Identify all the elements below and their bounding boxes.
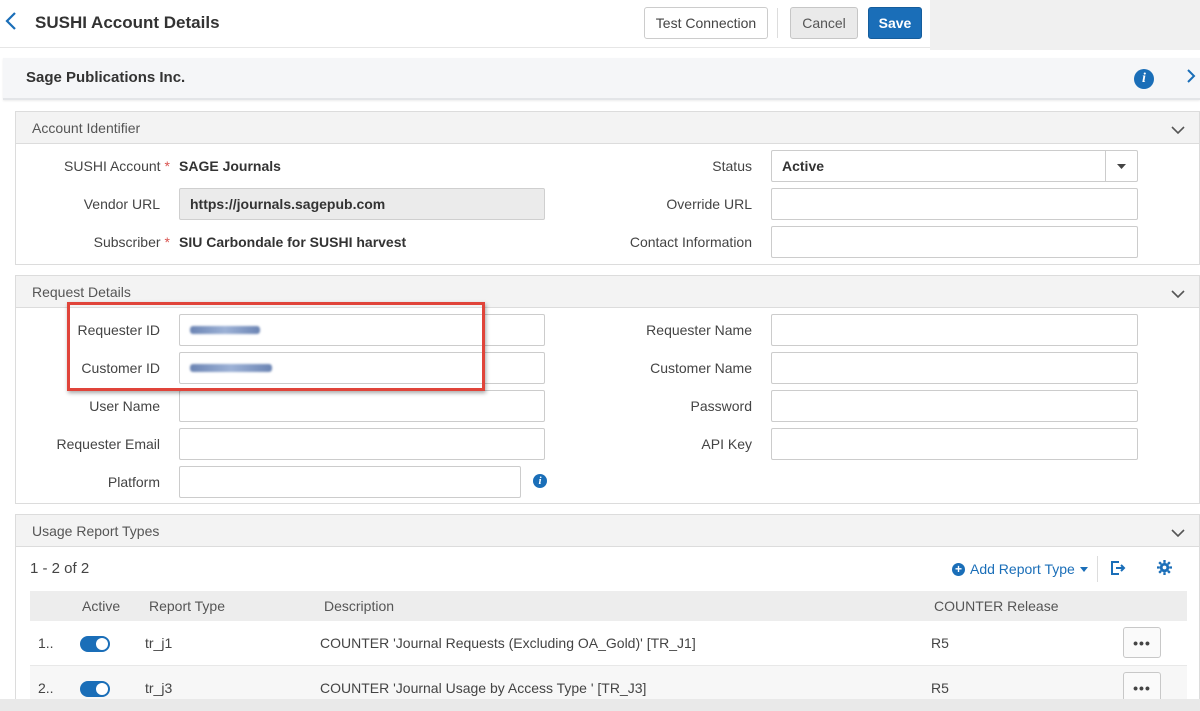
- report-type-cell: tr_j3: [145, 680, 173, 696]
- requester-email-input[interactable]: [179, 428, 545, 460]
- horizontal-scrollbar[interactable]: [0, 699, 1200, 711]
- header-divider: [777, 8, 778, 38]
- column-report-type[interactable]: Report Type: [149, 598, 225, 614]
- table-header: Active Report Type Description COUNTER R…: [30, 591, 1187, 621]
- section-title: Account Identifier: [32, 120, 141, 136]
- toolbar-divider: [1097, 556, 1098, 582]
- vendor-strip: Sage Publications Inc. i: [3, 58, 1200, 100]
- add-report-type-button[interactable]: + Add Report Type: [952, 561, 1088, 577]
- platform-label: Platform: [107, 474, 160, 490]
- caret-down-icon[interactable]: [1105, 151, 1137, 181]
- requester-name-label: Requester Name: [646, 322, 752, 338]
- customer-name-input[interactable]: [771, 352, 1138, 384]
- active-toggle[interactable]: [80, 636, 110, 652]
- chevron-right-icon[interactable]: [1186, 67, 1196, 88]
- export-icon[interactable]: [1110, 560, 1126, 579]
- caret-down-icon: [1079, 566, 1088, 572]
- password-label: Password: [690, 398, 752, 414]
- report-type-cell: tr_j1: [145, 635, 173, 651]
- chevron-down-icon[interactable]: [1171, 286, 1185, 302]
- customer-id-input[interactable]: [179, 352, 545, 384]
- contact-information-label: Contact Information: [629, 234, 752, 250]
- api-key-input[interactable]: [771, 428, 1138, 460]
- record-count: 1 - 2 of 2: [30, 560, 90, 577]
- row-index: 1..: [38, 635, 54, 651]
- usage-report-types-header[interactable]: Usage Report Types: [16, 515, 1199, 547]
- customer-name-label: Customer Name: [650, 360, 752, 376]
- status-select[interactable]: Active: [771, 150, 1138, 182]
- vendor-name: Sage Publications Inc.: [26, 69, 186, 86]
- platform-input[interactable]: [179, 466, 521, 498]
- release-cell: R5: [931, 680, 949, 696]
- info-icon[interactable]: i: [533, 474, 547, 488]
- chevron-down-icon[interactable]: [1171, 122, 1185, 138]
- table-row: 1.. tr_j1 COUNTER 'Journal Requests (Exc…: [30, 621, 1187, 666]
- requester-id-input[interactable]: [179, 314, 545, 346]
- row-actions-button[interactable]: •••: [1123, 627, 1161, 658]
- back-chevron-icon[interactable]: [5, 11, 21, 35]
- account-identifier-header[interactable]: Account Identifier: [16, 112, 1199, 144]
- column-counter-release[interactable]: COUNTER Release: [934, 598, 1058, 614]
- redacted-value: [190, 364, 272, 372]
- description-cell: COUNTER 'Journal Usage by Access Type ' …: [320, 680, 647, 696]
- api-key-label: API Key: [701, 436, 752, 452]
- request-details-header[interactable]: Request Details: [16, 276, 1199, 308]
- user-name-label: User Name: [89, 398, 160, 414]
- save-button[interactable]: Save: [868, 7, 922, 39]
- column-active[interactable]: Active: [82, 598, 120, 614]
- plus-circle-icon: +: [952, 562, 965, 576]
- contact-information-input[interactable]: [771, 226, 1138, 258]
- cancel-button[interactable]: Cancel: [790, 7, 858, 39]
- subscriber-label: Subscriber *: [93, 234, 170, 250]
- status-value: Active: [782, 158, 825, 174]
- test-connection-button[interactable]: Test Connection: [644, 7, 768, 39]
- section-title: Usage Report Types: [32, 523, 160, 539]
- override-url-input[interactable]: [771, 188, 1138, 220]
- description-cell: COUNTER 'Journal Requests (Excluding OA_…: [320, 635, 696, 651]
- gear-icon[interactable]: [1157, 560, 1172, 578]
- override-url-label: Override URL: [666, 196, 752, 212]
- active-toggle[interactable]: [80, 681, 110, 697]
- row-index: 2..: [38, 680, 54, 696]
- chevron-down-icon[interactable]: [1171, 525, 1185, 541]
- customer-id-label: Customer ID: [81, 360, 160, 376]
- subscriber-value: SIU Carbondale for SUSHI harvest: [179, 234, 407, 250]
- vendor-url-field: https://journals.sagepub.com: [179, 188, 545, 220]
- column-description[interactable]: Description: [324, 598, 394, 614]
- add-report-type-label: Add Report Type: [970, 561, 1075, 577]
- top-bar-filler: [930, 0, 1200, 50]
- requester-id-label: Requester ID: [77, 322, 160, 338]
- info-icon[interactable]: i: [1134, 69, 1154, 89]
- page-title: SUSHI Account Details: [35, 13, 220, 32]
- section-title: Request Details: [32, 284, 131, 300]
- vendor-url-label: Vendor URL: [83, 196, 160, 212]
- release-cell: R5: [931, 635, 949, 651]
- requester-email-label: Requester Email: [56, 436, 161, 452]
- password-input[interactable]: [771, 390, 1138, 422]
- status-label: Status: [712, 158, 752, 174]
- sushi-account-value: SAGE Journals: [179, 158, 281, 174]
- user-name-input[interactable]: [179, 390, 545, 422]
- redacted-value: [190, 326, 260, 334]
- sushi-account-label: SUSHI Account *: [64, 158, 170, 174]
- requester-name-input[interactable]: [771, 314, 1138, 346]
